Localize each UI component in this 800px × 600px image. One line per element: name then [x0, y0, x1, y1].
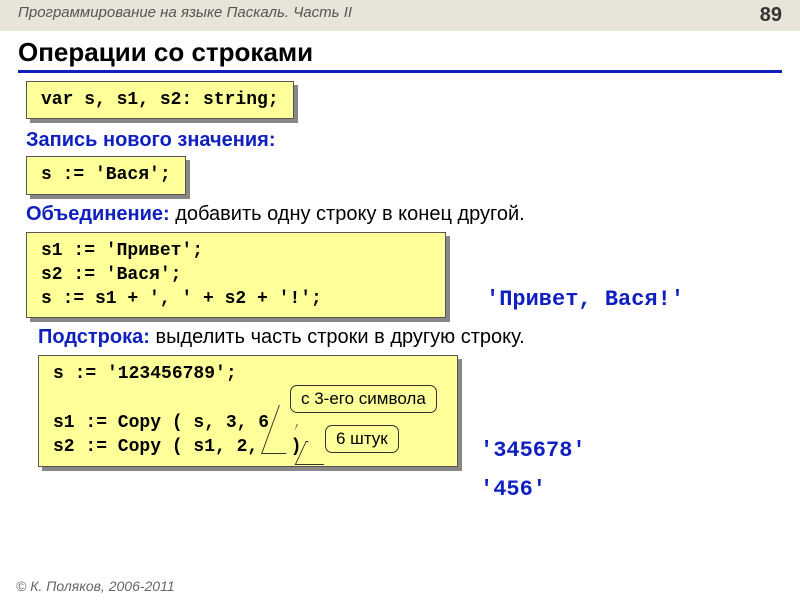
slide-header: Программирование на языке Паскаль. Часть…	[0, 0, 800, 31]
concat-label: Объединение:	[26, 203, 170, 225]
substring-results: '345678' '456'	[480, 438, 586, 502]
code-concat: s1 := 'Привет'; s2 := 'Вася'; s := s1 + …	[26, 232, 446, 319]
callout-from-3rd: с 3-его символа	[290, 385, 437, 413]
page-number: 89	[760, 4, 782, 27]
code-assign: s := 'Вася';	[26, 156, 186, 194]
sub-result-2: '456'	[480, 477, 586, 502]
concat-row: s1 := 'Привет'; s2 := 'Вася'; s := s1 + …	[26, 232, 774, 319]
course-title: Программирование на языке Паскаль. Часть…	[18, 4, 352, 27]
sub-label: Подстрока:	[38, 326, 150, 348]
slide-content: var s, s1, s2: string; Запись нового зна…	[0, 75, 800, 473]
heading-concat: Объединение: добавить одну строку в коне…	[26, 203, 774, 226]
sub-desc: выделить часть строки в другую строку.	[150, 326, 525, 348]
callout-6-chars: 6 штук	[325, 425, 399, 453]
concat-result: 'Привет, Вася!'	[486, 287, 684, 312]
heading-substring: Подстрока: выделить часть строки в другу…	[38, 326, 774, 349]
sub-result-1: '345678'	[480, 438, 586, 463]
heading-assign: Запись нового значения:	[26, 129, 774, 152]
copyright: © К. Поляков, 2006-2011	[16, 578, 175, 594]
slide-title: Операции со строками	[18, 37, 782, 73]
code-var-declare: var s, s1, s2: string;	[26, 81, 294, 119]
concat-desc: добавить одну строку в конец другой.	[170, 203, 525, 225]
